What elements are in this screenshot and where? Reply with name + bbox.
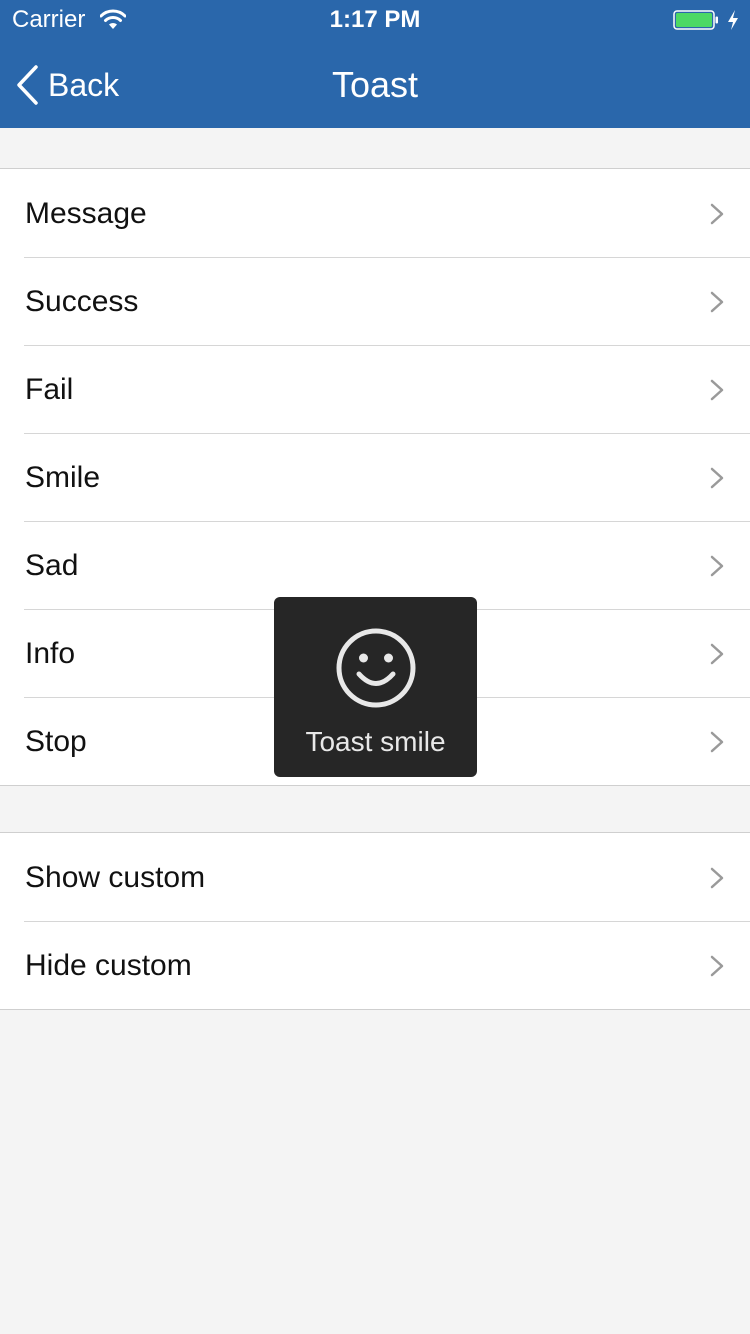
custom-toast-list: Show custom Hide custom [0,832,750,1010]
chevron-right-icon [710,731,724,753]
list-item-label: Hide custom [25,949,192,982]
status-time: 1:17 PM [329,6,421,33]
chevron-right-icon [710,203,724,225]
list-item-hide-custom[interactable]: Hide custom [0,921,750,1009]
list-item-success[interactable]: Success [0,257,750,345]
chevron-right-icon [710,955,724,977]
list-item-label: Info [25,637,76,670]
list-item-label: Fail [25,373,74,406]
list-item-smile[interactable]: Smile [0,433,750,521]
list-item-fail[interactable]: Fail [0,345,750,433]
battery-icon [673,10,718,30]
chevron-right-icon [710,867,724,889]
toast-message: Toast smile [305,726,446,757]
chevron-right-icon [710,291,724,313]
list-item-label: Stop [25,725,87,758]
list-item-label: Sad [25,549,79,582]
list-item-label: Success [25,285,139,318]
chevron-right-icon [710,643,724,665]
smile-icon [336,628,416,708]
status-bar: Carrier 1:17 PM [0,0,750,40]
navigation-bar: Carrier 1:17 PM Back Toast [0,0,750,128]
charging-bolt-icon [728,10,738,30]
toast-overlay: Toast smile [274,597,477,777]
chevron-right-icon [710,555,724,577]
list-item-message[interactable]: Message [0,169,750,257]
list-item-label: Smile [25,461,101,494]
chevron-right-icon [710,467,724,489]
list-item-label: Show custom [25,861,206,894]
list-item-label: Message [25,197,147,230]
list-item-sad[interactable]: Sad [0,521,750,609]
chevron-right-icon [710,379,724,401]
page-title: Toast [331,64,419,105]
list-item-show-custom[interactable]: Show custom [0,833,750,921]
